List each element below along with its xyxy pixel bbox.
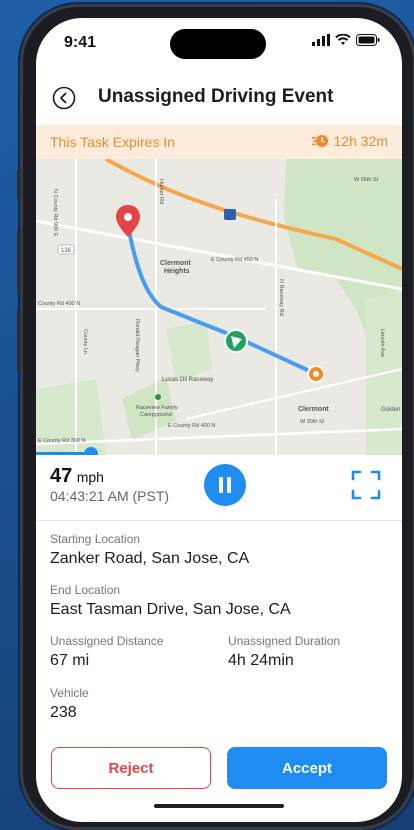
vehicle-value: 238 [50,704,77,721]
route-map[interactable]: 74 136 E County Rd 450 N County Rd 400 N… [36,159,402,455]
map-road-label: W 30th St [300,419,325,425]
reject-button[interactable]: Reject [51,747,211,789]
silent-switch [17,170,21,200]
app-screen: 9:41 Unassigned Driving Event This Task … [36,18,402,822]
vehicle-label: Vehicle [50,686,89,700]
start-location-value: Zanker Road, San Jose, CA [50,550,250,567]
dynamic-island [170,29,266,59]
expiry-label: This Task Expires In [50,134,176,150]
start-location-label: Starting Location [50,532,141,546]
map-road-label: N County Rd 900 E [52,189,58,237]
timer-icon [311,135,328,147]
distance-label: Unassigned Distance [50,634,164,648]
end-location-value: East Tasman Drive, San Jose, CA [50,601,291,618]
map-poi-label: Raceview Family [136,405,178,411]
map-town-label: Heights [164,268,190,275]
status-time: 9:41 [64,34,97,51]
fullscreen-icon[interactable] [350,469,382,501]
map-town-label: Golden [381,407,400,413]
route-shield-label: 136 [61,248,72,254]
expiry-time-value: 12h 32m [333,133,388,149]
distance-value: 67 mi [50,652,90,669]
end-location-label: End Location [50,583,121,597]
interstate-shield-label: 74 [226,212,234,219]
map-road-label: E County Rd 300 N [38,438,85,444]
map-town-label: Clermont [298,406,329,413]
wifi-icon [335,34,351,45]
map-road-label: W 66th St [354,177,379,183]
map-road-label: County Rd 400 N [38,301,80,307]
pause-icon [219,477,223,493]
speed-value: 47 [50,465,73,487]
map-road-label: E County Rd 450 N [211,257,258,263]
page-title: Unassigned Driving Event [98,86,334,107]
volume-up-button [17,230,21,292]
map-road-label: N Raceway Rd [278,279,284,316]
status-bar: 9:41 [36,18,402,70]
expiry-countdown: 12h 32m [311,133,388,149]
event-timestamp: 04:43:21 AM (PST) [50,488,170,504]
speed-readout: 47 mph [50,465,104,488]
battery-icon [356,34,380,46]
pause-button[interactable] [204,464,246,506]
home-indicator [154,804,284,808]
volume-down-button [17,310,21,372]
map-road-label: Hunter Rd [158,179,164,204]
map-canvas: 74 136 E County Rd 450 N County Rd 400 N… [36,159,402,455]
pause-icon-bar [227,477,231,493]
expiry-banner: This Task Expires In 12h 32m [36,125,402,159]
map-road-label: Lincoln Ave [379,329,385,357]
accept-button[interactable]: Accept [227,747,387,789]
map-poi-label: Lucas Oil Raceway [162,377,213,383]
page-header: Unassigned Driving Event [36,80,402,120]
duration-label: Unassigned Duration [228,634,341,648]
map-town-label: Clermont [160,260,191,267]
campground-icon [155,394,161,400]
status-icons [312,34,380,46]
speed-unit: mph [76,469,104,485]
duration-value: 4h 24min [228,652,294,669]
signal-icon [312,34,330,46]
divider [36,520,402,521]
back-button[interactable] [52,86,76,110]
map-road-label: County Ln [82,329,88,354]
map-road-label: Ronald Reagan Pkwy [134,319,140,372]
map-road-label: E County Rd 400 N [168,423,215,429]
map-poi-label: Campground [140,412,172,418]
